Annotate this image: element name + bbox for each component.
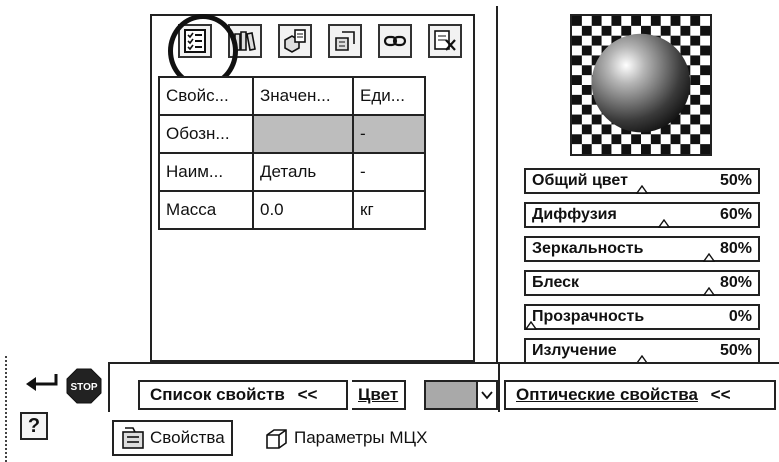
material-preview xyxy=(570,14,712,156)
property-name-cell: Масса xyxy=(158,190,254,230)
components-icon xyxy=(284,29,306,53)
color-label: Цвет xyxy=(352,380,407,410)
slider-shininess[interactable]: Блеск 80% xyxy=(524,270,760,296)
library-button[interactable] xyxy=(228,24,262,58)
slider-transparency[interactable]: Прозрачность 0% xyxy=(524,304,760,330)
color-dropdown-button[interactable] xyxy=(478,380,498,410)
slider-knob[interactable] xyxy=(636,185,648,194)
property-value-cell[interactable] xyxy=(252,114,354,154)
property-unit-cell: кг xyxy=(352,190,426,230)
slider-knob[interactable] xyxy=(658,219,671,228)
optics-panel: Общий цвет 50% Диффузия 60% Зеркальность… xyxy=(496,6,779,364)
property-unit-cell: - xyxy=(352,114,426,154)
tab-mch-label: Параметры МЦХ xyxy=(294,428,428,447)
property-value-cell[interactable]: Деталь xyxy=(252,152,354,192)
tab-mch-parameters[interactable]: Параметры МЦХ xyxy=(258,420,433,456)
column-header-unit[interactable]: Еди... xyxy=(352,76,426,116)
slider-general-color[interactable]: Общий цвет 50% xyxy=(524,168,760,194)
properties-list-label: Список свойств xyxy=(150,385,285,404)
properties-list-button[interactable] xyxy=(178,24,212,58)
tab-properties[interactable]: Свойства xyxy=(112,420,233,456)
material-sphere xyxy=(591,33,691,133)
delete-icon xyxy=(434,30,456,51)
properties-list-icon xyxy=(184,29,206,53)
back-arrow-icon[interactable] xyxy=(22,372,60,394)
property-unit-cell: - xyxy=(352,152,426,192)
slider-knob[interactable] xyxy=(524,321,537,330)
properties-list-toggle-button[interactable]: Список свойств << xyxy=(138,380,348,410)
tab-properties-label: Свойства xyxy=(150,428,225,447)
collapse-chevron-icon: << xyxy=(297,385,318,404)
slider-diffusion[interactable]: Диффузия 60% xyxy=(524,202,760,228)
objects-icon xyxy=(335,31,355,51)
objects-button[interactable] xyxy=(328,24,362,58)
slider-specularity[interactable]: Зеркальность 80% xyxy=(524,236,760,262)
table-row[interactable]: Обозн... - xyxy=(158,114,426,154)
properties-tab-icon xyxy=(122,427,144,449)
table-header-row: Свойс... Значен... Еди... xyxy=(158,76,426,116)
property-name-cell: Обозн... xyxy=(158,114,254,154)
property-value-cell[interactable]: 0.0 xyxy=(252,190,354,230)
library-icon xyxy=(234,31,256,51)
color-swatch[interactable] xyxy=(424,380,478,410)
stop-button[interactable]: STOP xyxy=(66,368,102,404)
bottom-toolbar: Список свойств << Цвет Оптические свойст… xyxy=(108,362,779,412)
collapse-chevron-icon: << xyxy=(710,385,731,404)
help-button[interactable]: ? xyxy=(20,412,48,440)
components-button[interactable] xyxy=(278,24,312,58)
property-name-cell: Наим... xyxy=(158,152,254,192)
optical-properties-toggle-button[interactable]: Оптические свойства << xyxy=(504,380,776,410)
table-row[interactable]: Наим... Деталь - xyxy=(158,152,426,192)
delete-button[interactable] xyxy=(428,24,462,58)
properties-panel: Свойс... Значен... Еди... Обозн... - Наи… xyxy=(150,14,475,362)
column-header-value[interactable]: Значен... xyxy=(252,76,354,116)
table-row[interactable]: Масса 0.0 кг xyxy=(158,190,426,230)
slider-knob[interactable] xyxy=(702,287,715,296)
mass-properties-icon xyxy=(266,429,287,449)
slider-knob[interactable] xyxy=(702,253,715,262)
link-button[interactable] xyxy=(378,24,412,58)
help-icon: ? xyxy=(27,414,41,437)
link-icon xyxy=(383,35,407,47)
slider-emission[interactable]: Излучение 50% xyxy=(524,338,760,364)
properties-toolbar xyxy=(158,14,468,88)
stop-icon: STOP xyxy=(70,382,97,393)
optical-properties-label: Оптические свойства xyxy=(516,385,698,404)
column-header-property[interactable]: Свойс... xyxy=(158,76,254,116)
panel-divider xyxy=(5,356,7,462)
properties-table: Свойс... Значен... Еди... Обозн... - Наи… xyxy=(158,76,426,230)
chevron-down-icon xyxy=(481,391,493,400)
